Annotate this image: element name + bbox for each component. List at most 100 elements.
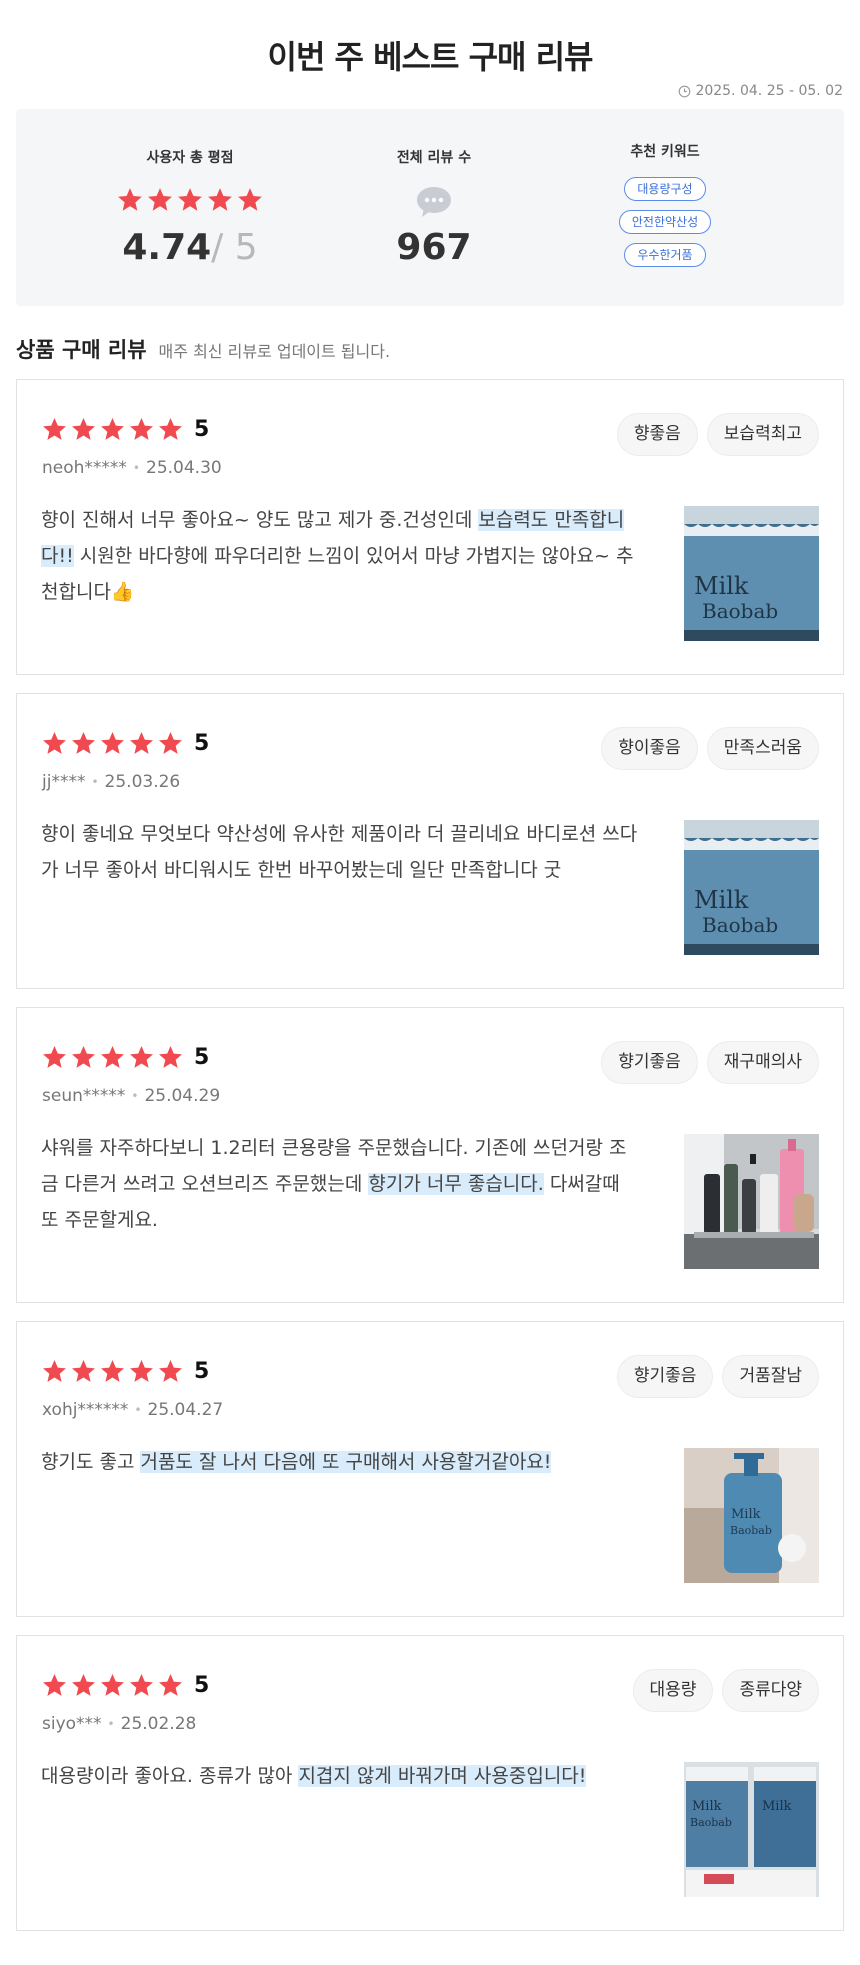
star-icon [208, 188, 232, 211]
review-user: seun***** [42, 1086, 126, 1106]
keyword-label: 추천 키워드 [630, 144, 700, 160]
highlighted-text: 거품도 잘 나서 다음에 또 구매해서 사용할거같아요! [140, 1451, 552, 1473]
review-tag[interactable]: 종류다양 [722, 1669, 819, 1712]
review-text-part: 향기도 좋고 [41, 1451, 141, 1473]
review-tag[interactable]: 향기좋음 [616, 1355, 714, 1398]
review-text-part: 향이 진해서 너무 좋아요~ 양도 많고 제가 중.건성인데 [41, 509, 479, 531]
star-icon [43, 1674, 66, 1696]
star-icon [159, 1360, 182, 1382]
review-stars: 5 [41, 1672, 209, 1699]
section-title: 상품 구매 리뷰 [16, 338, 147, 362]
review-photo[interactable] [684, 1134, 819, 1269]
review-text: 향이 진해서 너무 좋아요~ 양도 많고 제가 중.건성인데 보습력도 만족합니… [41, 502, 641, 610]
review-tags: 향기좋음 재구매의사 [601, 1041, 819, 1084]
review-meta: xohj****** • 25.04.27 [42, 1400, 223, 1420]
page-title: 이번 주 베스트 구매 리뷰 [267, 38, 594, 76]
star-icon [72, 1674, 95, 1696]
review-tag[interactable]: 향좋음 [616, 413, 698, 456]
review-tag[interactable]: 재구매의사 [706, 1041, 819, 1084]
review-photo[interactable]: Milk Baobab [684, 1448, 819, 1583]
review-tag[interactable]: 향이좋음 [601, 727, 698, 770]
svg-text:Milk: Milk [731, 1507, 761, 1522]
keyword-chip[interactable]: 안전한약산성 [618, 210, 712, 234]
star-icon [43, 1360, 66, 1382]
average-rating: 4.74/ 5 [16, 227, 364, 268]
star-icon [148, 188, 172, 211]
review-tag[interactable]: 대용량 [632, 1669, 714, 1712]
review-score: 5 [194, 731, 210, 756]
meta-separator: • [91, 775, 99, 789]
review-tag[interactable]: 거품잘남 [722, 1355, 819, 1398]
meta-separator: • [131, 1089, 139, 1103]
review-photo[interactable]: Milk Baobab [684, 506, 819, 641]
review-tag[interactable]: 만족스러움 [706, 727, 819, 770]
review-card[interactable]: 5 seun***** • 25.04.29 향기좋음 재구매의사 샤워를 자주하다보니 1… [16, 1007, 844, 1303]
star-icon [130, 1360, 153, 1382]
review-score: 5 [194, 417, 210, 442]
review-count: 967 [396, 227, 472, 268]
star-icon [159, 732, 182, 754]
star-icon [101, 1674, 124, 1696]
review-stars: 5 [41, 416, 209, 443]
star-icon [43, 418, 66, 440]
svg-text:Milk: Milk [762, 1799, 792, 1814]
star-icon [101, 418, 124, 440]
keyword-chip[interactable]: 우수한거품 [624, 243, 706, 267]
review-text: 샤워를 자주하다보니 1.2리터 큰용량을 주문했습니다. 기존에 쓰던거랑 조… [41, 1130, 641, 1238]
review-photo[interactable]: Milk Baobab [684, 820, 819, 955]
svg-text:Milk: Milk [694, 886, 749, 914]
review-date: 25.04.29 [144, 1086, 221, 1106]
star-icon [159, 1674, 182, 1696]
review-card[interactable]: 5 siyo*** • 25.02.28 대용량 종류다양 대용량이라 좋아요. 종류가 많… [16, 1635, 844, 1931]
svg-text:Baobab: Baobab [702, 913, 778, 937]
keyword-list: 대용량구성 안전한약산성 우수한거품 [576, 177, 754, 267]
star-icon [238, 188, 262, 211]
review-user: jj**** [42, 772, 86, 792]
review-photo[interactable]: Milk Baobab Milk [684, 1762, 819, 1897]
review-text: 향기도 좋고 거품도 잘 나서 다음에 또 구매해서 사용할거같아요! [41, 1444, 641, 1480]
rating-max: / 5 [211, 227, 258, 268]
review-date: 25.03.26 [104, 772, 181, 792]
rating-summary: 사용자 총 평점 4.74/ 5 [16, 109, 364, 306]
star-icon [72, 1360, 95, 1382]
star-icon [72, 732, 95, 754]
review-stars: 5 [41, 730, 209, 757]
meta-separator: • [132, 461, 140, 475]
review-tag[interactable]: 보습력최고 [706, 413, 819, 456]
review-card[interactable]: 5 xohj****** • 25.04.27 향기좋음 거품잘남 향기도 좋고 거품도 잘… [16, 1321, 844, 1617]
review-meta: seun***** • 25.04.29 [42, 1086, 220, 1106]
star-icon [101, 1360, 124, 1382]
review-tags: 향좋음 보습력최고 [616, 413, 819, 456]
rating-label: 사용자 총 평점 [146, 150, 234, 166]
review-card[interactable]: 5 neoh***** • 25.04.30 향좋음 보습력최고 향이 진해서 너무 좋아요… [16, 379, 844, 675]
star-icon [43, 1046, 66, 1068]
review-period: 2025. 04. 25 - 05. 02 [678, 83, 843, 99]
section-subtitle: 매주 최신 리뷰로 업데이트 됩니다. [158, 342, 391, 361]
review-text-part: 향이 좋네요 무엇보다 약산성에 유사한 제품이라 더 끌리네요 바디로션 쓰다… [41, 823, 638, 881]
star-icon [72, 418, 95, 440]
svg-text:Milk: Milk [692, 1799, 722, 1814]
star-icon [130, 732, 153, 754]
review-tags: 향이좋음 만족스러움 [601, 727, 819, 770]
review-summary-panel: 사용자 총 평점 4.74/ 5 전체 리뷰 수 967 추천 키워드 대용량구… [16, 109, 844, 306]
review-user: neoh***** [42, 458, 127, 478]
star-icon [130, 1046, 153, 1068]
review-card[interactable]: 5 jj**** • 25.03.26 향이좋음 만족스러움향이 좋네요 무엇보다 약산성… [16, 693, 844, 989]
keyword-chip[interactable]: 대용량구성 [624, 177, 706, 201]
clock-icon [679, 85, 691, 97]
review-meta: jj**** • 25.03.26 [42, 772, 180, 792]
review-text-part: 시원한 바다향에 파우더리한 느낌이 있어서 마냥 가볍지는 않아요~ 추천합니… [41, 545, 634, 603]
average-rating-value: 4.74 [122, 227, 212, 268]
review-meta: siyo*** • 25.02.28 [42, 1714, 196, 1734]
star-icon [101, 732, 124, 754]
review-text: 향이 좋네요 무엇보다 약산성에 유사한 제품이라 더 끌리네요 바디로션 쓰다… [41, 816, 641, 888]
star-icon [101, 1046, 124, 1068]
review-date: 25.02.28 [120, 1714, 197, 1734]
chat-bubble-icon [334, 184, 534, 220]
review-tag[interactable]: 향기좋음 [601, 1041, 698, 1084]
keyword-summary: 추천 키워드 대용량구성 안전한약산성 우수한거품 [576, 109, 754, 306]
star-icon [43, 732, 66, 754]
star-icon [159, 1046, 182, 1068]
svg-text:Baobab: Baobab [702, 599, 778, 623]
highlighted-text: 향기가 너무 좋습니다. [368, 1173, 544, 1195]
